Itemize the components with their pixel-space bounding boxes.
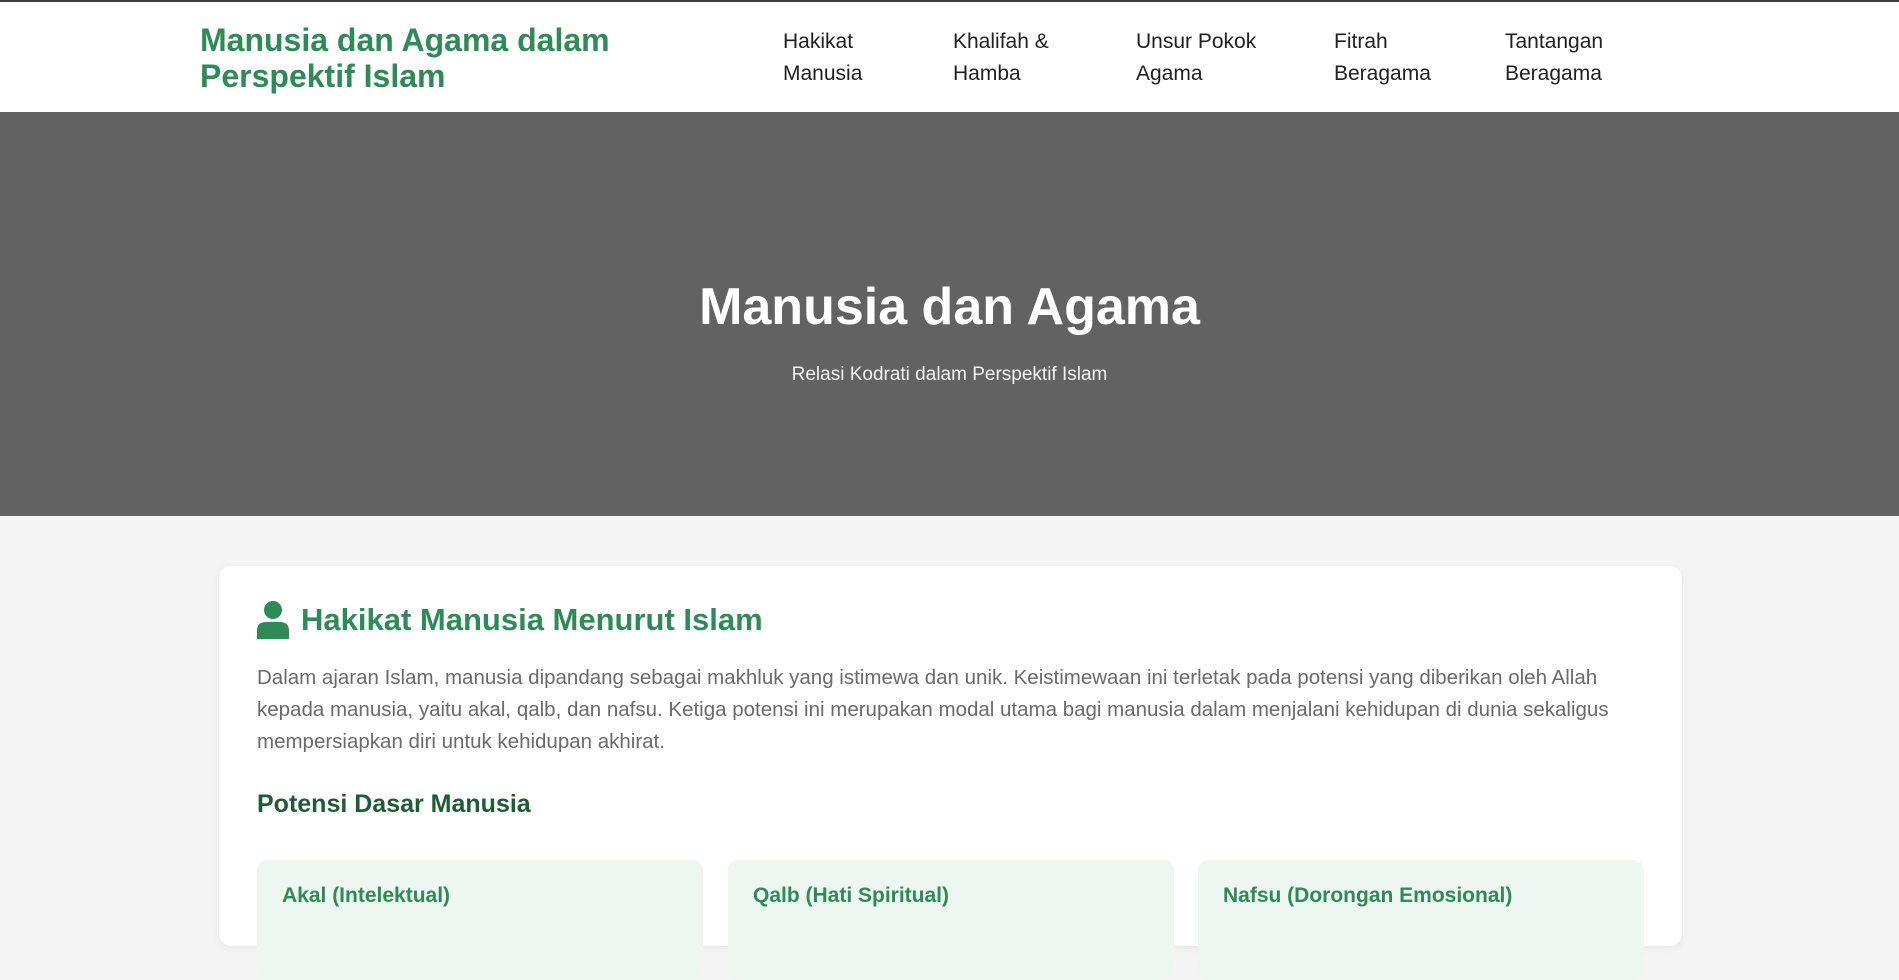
nav-label-line-1: Hakikat	[783, 30, 854, 53]
nav-label-line-1: Fitrah	[1334, 30, 1388, 53]
nav-label-line-2: Agama	[1136, 62, 1203, 85]
hero-title: Manusia dan Agama	[699, 278, 1200, 336]
intro-paragraph: Dalam ajaran Islam, manusia dipandang se…	[257, 666, 1609, 753]
nav-label-line-2: Manusia	[783, 62, 863, 85]
nav-label-line-2: Beragama	[1334, 62, 1431, 85]
hero-banner: Manusia dan Agama Relasi Kodrati dalam P…	[0, 112, 1899, 516]
site-brand[interactable]: Manusia dan Agama dalam Perspektif Islam	[200, 22, 720, 94]
potensi-card-title: Nafsu (Dorongan Emosional)	[1223, 884, 1513, 907]
section-heading: Hakikat Manusia Menurut Islam	[257, 600, 763, 640]
nav-item-khalifah-hamba[interactable]: Khalifah & Hamba	[953, 26, 1049, 90]
nav-item-hakikat-manusia[interactable]: Hakikat Manusia	[783, 26, 862, 90]
potensi-card-title: Qalb (Hati Spiritual)	[753, 884, 950, 907]
nav-item-fitrah-beragama[interactable]: Fitrah Beragama	[1334, 26, 1431, 90]
nav-label-line-2: Beragama	[1505, 62, 1602, 85]
content-card: Hakikat Manusia Menurut Islam Dalam ajar…	[219, 566, 1682, 980]
site-header: Manusia dan Agama dalam Perspektif Islam…	[0, 2, 1899, 112]
nav-label-line-1: Khalifah &	[953, 30, 1049, 53]
potensi-card-nafsu: Nafsu (Dorongan Emosional)	[1198, 860, 1644, 980]
hero-subtitle: Relasi Kodrati dalam Perspektif Islam	[791, 364, 1108, 385]
main-nav: Hakikat Manusia Khalifah & Hamba Unsur P…	[783, 26, 1743, 96]
brand-line-2: Perspektif Islam	[200, 58, 446, 94]
nav-label-line-1: Unsur Pokok	[1136, 30, 1257, 53]
nav-item-unsur-pokok-agama[interactable]: Unsur Pokok Agama	[1136, 26, 1256, 90]
brand-line-1: Manusia dan Agama dalam	[200, 22, 610, 58]
section-title: Hakikat Manusia Menurut Islam	[301, 602, 763, 637]
potensi-heading: Potensi Dasar Manusia	[257, 790, 531, 818]
potensi-card-title: Akal (Intelektual)	[282, 884, 451, 907]
nav-item-tantangan-beragama[interactable]: Tantangan Beragama	[1505, 26, 1603, 90]
nav-label-line-1: Tantangan	[1505, 30, 1604, 53]
potensi-card-akal: Akal (Intelektual)	[257, 860, 703, 980]
nav-label-line-2: Hamba	[953, 62, 1021, 85]
potensi-card-qalb: Qalb (Hati Spiritual)	[728, 860, 1174, 980]
user-icon	[257, 601, 289, 639]
